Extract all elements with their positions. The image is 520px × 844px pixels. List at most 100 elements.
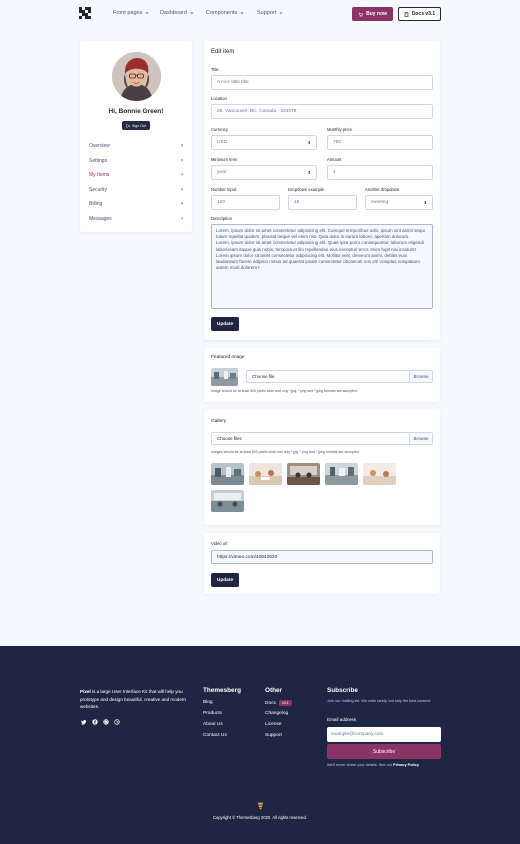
minimum-term-label: Minimum term — [211, 157, 238, 162]
footer-link-support[interactable]: Support — [265, 733, 282, 738]
avatar — [112, 52, 161, 101]
select-arrows-icon: ⬍ — [423, 200, 427, 205]
gallery-thumb[interactable] — [211, 463, 244, 485]
sidebar-item-security[interactable]: Security › — [89, 183, 183, 198]
currency-label: Currency — [211, 127, 228, 132]
number-input[interactable]: 100 — [211, 195, 280, 210]
sidebar-item-messages[interactable]: Messages › — [89, 212, 183, 227]
gallery-card: Gallery Choose files Browse Images shoul… — [204, 410, 440, 525]
featured-image-card: Featured image Choose file Browse Image … — [204, 348, 440, 402]
sign-out-icon — [126, 124, 130, 127]
chevron-right-icon: › — [181, 157, 183, 164]
chevron-down-icon — [279, 12, 283, 15]
chevron-down-icon — [145, 12, 149, 15]
chevron-down-icon — [240, 12, 244, 15]
monthly-price-label: Monthly price — [327, 127, 352, 132]
footer-link-products[interactable]: Products — [203, 711, 222, 716]
location-input[interactable]: 26, Vancouver, BC, Canada - 324578 — [211, 104, 433, 119]
github-icon[interactable] — [103, 719, 109, 725]
footer-link-contact-us[interactable]: Contact Us — [203, 733, 227, 738]
featured-image-preview — [211, 368, 238, 386]
minimum-term-select[interactable]: year ⬍ — [211, 165, 317, 180]
email-label: Email address — [327, 717, 357, 722]
footer-description: Pixel is a large User Interface Kit that… — [80, 689, 186, 710]
footer-other-heading: Other — [265, 687, 283, 694]
sign-out-button[interactable]: Sign Out — [122, 121, 150, 130]
location-label: Location — [211, 96, 227, 101]
another-dropdown-select[interactable]: meeting ⬍ — [365, 195, 433, 210]
featured-image-file-input[interactable]: Choose file Browse — [246, 370, 433, 383]
twitter-icon[interactable] — [81, 719, 87, 725]
description-label: Description — [211, 216, 232, 221]
gallery-thumb[interactable] — [249, 463, 282, 485]
edit-item-title: Edit item — [211, 49, 235, 55]
gallery-thumb[interactable] — [287, 463, 320, 485]
sidebar-item-my-items[interactable]: My Items › — [89, 168, 183, 183]
footer-subscribe-heading: Subscribe — [327, 687, 358, 694]
description-textarea[interactable]: Lorem, ipsum dolor sit amet consectetur … — [211, 224, 433, 309]
browse-button[interactable]: Browse — [409, 433, 432, 444]
book-icon — [404, 11, 409, 17]
currency-select[interactable]: USD ⬍ — [211, 135, 317, 150]
amount-input[interactable]: 1 — [327, 165, 433, 180]
copyright: Copyright © Themesberg 2020. All rights … — [212, 815, 308, 820]
browse-button[interactable]: Browse — [409, 371, 432, 382]
footer-link-about-us[interactable]: About Us — [203, 722, 223, 727]
docs-button[interactable]: Docs v3.1 — [398, 7, 441, 21]
footer-link-docs[interactable]: Docs v3.1 — [265, 700, 292, 706]
gallery-hint: Images should be at least 500 pixels wid… — [211, 450, 360, 454]
privacy-note: We'll never share your details. See our … — [327, 763, 419, 767]
sidebar-item-billing[interactable]: Billing › — [89, 197, 183, 212]
social-links — [81, 719, 120, 725]
sidebar-item-settings[interactable]: Settings › — [89, 154, 183, 169]
update-button[interactable]: Update — [211, 317, 239, 331]
title-label: Title — [211, 67, 219, 72]
dropdown-example-label: Dropdown example — [288, 187, 325, 192]
subscribe-description: Join our mailing list. We write rarely, … — [327, 699, 431, 703]
monthly-price-input[interactable]: 750 — [327, 135, 433, 150]
chevron-right-icon: › — [181, 186, 183, 193]
gallery-file-input[interactable]: Choose files Browse — [211, 432, 433, 445]
chevron-right-icon: › — [181, 143, 183, 150]
profile-greeting: Hi, Bonnie Green! — [108, 108, 164, 115]
gallery-thumb[interactable] — [325, 463, 358, 485]
footer-logo[interactable] — [257, 802, 264, 810]
email-field[interactable]: example@company.com — [327, 727, 441, 742]
profile-menu: Overview › Settings › My Items › Security › … — [89, 139, 183, 226]
footer: Pixel is a large User Interface Kit that… — [0, 646, 520, 844]
nav-support[interactable]: Support — [257, 10, 283, 16]
facebook-icon[interactable] — [92, 719, 98, 725]
gallery-thumb[interactable] — [363, 463, 396, 485]
dropdown-example-select[interactable]: 15 — [288, 195, 357, 210]
nav-components[interactable]: Components — [206, 10, 244, 16]
nav-front-pages[interactable]: Front pages — [113, 10, 149, 16]
edit-item-card: Edit item Title A nice little title Loca… — [204, 41, 440, 340]
chevron-down-icon — [190, 12, 194, 15]
sidebar-item-overview[interactable]: Overview › — [89, 139, 183, 154]
brand-logo[interactable] — [79, 7, 91, 19]
nav-dashboard[interactable]: Dashboard — [160, 10, 194, 16]
profile-card: Hi, Bonnie Green! Sign Out Overview › Set… — [80, 41, 192, 232]
privacy-policy-link[interactable]: Privacy Policy — [393, 763, 419, 767]
subscribe-button[interactable]: Subscribe — [327, 744, 441, 759]
amount-label: Amount — [327, 157, 342, 162]
select-arrows-icon: ⬍ — [307, 140, 311, 145]
video-url-label: Video url — [211, 541, 228, 546]
footer-link-blog[interactable]: Blog — [203, 700, 213, 705]
cart-icon — [358, 12, 363, 17]
footer-link-changelog[interactable]: Changelog — [265, 711, 288, 716]
featured-image-title: Featured image — [211, 355, 245, 360]
gallery-thumb[interactable] — [211, 490, 244, 512]
gallery-title: Gallery — [211, 419, 227, 424]
select-arrows-icon: ⬍ — [307, 170, 311, 175]
dribbble-icon[interactable] — [114, 719, 120, 725]
chevron-right-icon: › — [181, 172, 183, 179]
title-input[interactable]: A nice little title — [211, 75, 433, 90]
video-url-input[interactable]: https://vimeo.com/40842620 — [211, 550, 433, 564]
number-input-label: Number input — [211, 187, 237, 192]
video-url-card: Video url https://vimeo.com/40842620 Upd… — [204, 533, 440, 594]
update-video-button[interactable]: Update — [211, 573, 239, 587]
version-badge: v3.1 — [278, 700, 292, 706]
buy-now-button[interactable]: Buy now — [352, 7, 393, 21]
footer-link-license[interactable]: License — [265, 722, 282, 727]
